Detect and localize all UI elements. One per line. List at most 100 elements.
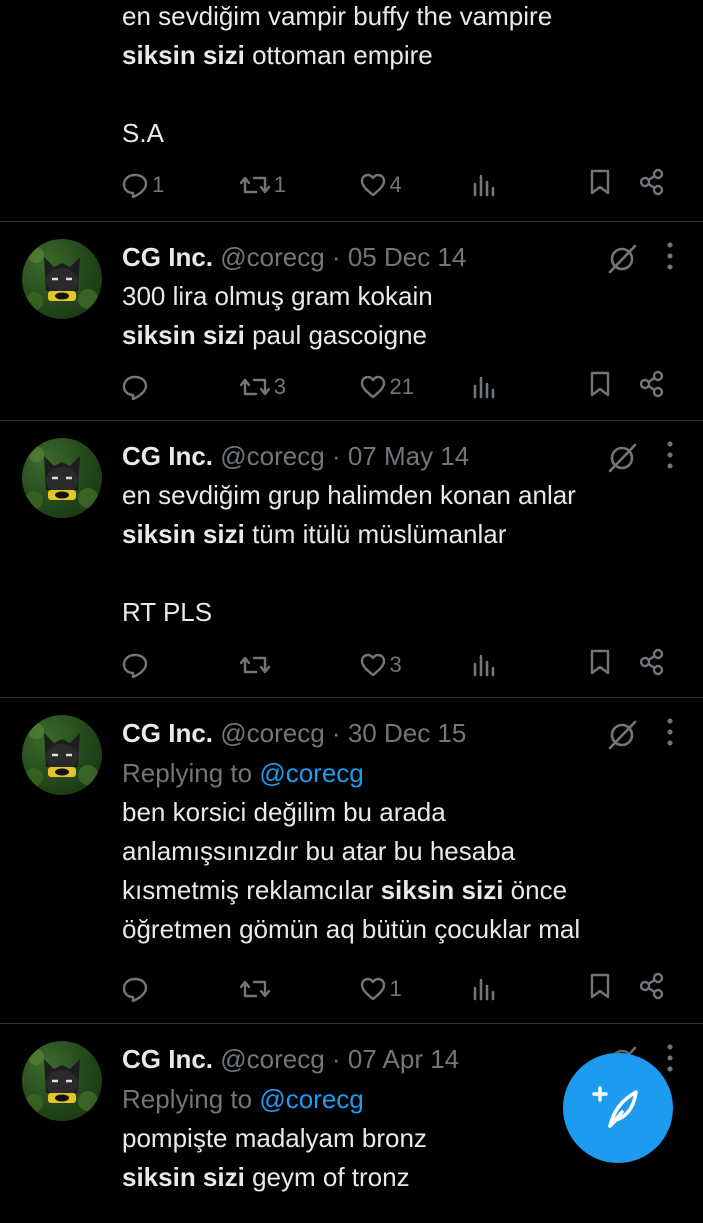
like-count: 4 (389, 172, 402, 197)
author-handle[interactable]: @corecg (220, 242, 324, 272)
grok-button[interactable] (605, 441, 639, 475)
tweet[interactable]: en sevdiğim vampir buffy the vampire siks… (0, 0, 703, 222)
tweet-date[interactable]: 05 Dec 14 (348, 242, 467, 272)
retweet-button[interactable] (238, 650, 358, 680)
reply-button[interactable] (120, 974, 238, 1004)
tweet-line: siksin sizi paul gascoigne (122, 316, 673, 355)
retweet-button[interactable]: 1 (238, 170, 358, 200)
views-button[interactable] (469, 650, 585, 680)
bold-text: siksin sizi (122, 40, 245, 70)
text-segment: önce (503, 875, 568, 905)
replying-to-handle[interactable]: @corecg (259, 1084, 363, 1114)
grok-button[interactable] (605, 718, 639, 752)
reply-icon (122, 375, 148, 401)
views-button[interactable] (469, 372, 585, 402)
avatar[interactable] (22, 715, 102, 795)
retweet-icon (239, 656, 270, 674)
share-button[interactable] (637, 369, 667, 405)
bookmark-button[interactable] (585, 971, 615, 1007)
like-button[interactable]: 21 (358, 372, 470, 402)
views-button[interactable] (469, 170, 585, 200)
reply-button[interactable]: 1 (120, 170, 238, 200)
text-segment: paul gascoigne (244, 320, 427, 350)
bookmark-button[interactable] (585, 167, 615, 203)
bookmark-button[interactable] (585, 369, 615, 405)
share-button[interactable] (637, 971, 667, 1007)
tweet[interactable]: CG Inc. @corecg · 30 Dec 15 Replying to … (0, 697, 703, 1024)
bookmark-icon (590, 371, 610, 397)
heart-icon (360, 653, 385, 677)
tweet-top-icons (605, 239, 675, 278)
like-count: 1 (389, 976, 402, 1001)
grok-icon (608, 244, 637, 273)
tweet[interactable]: CG Inc. @corecg · 07 May 14 en sevdiğim … (0, 420, 703, 698)
tweet-date[interactable]: 30 Dec 15 (348, 718, 467, 748)
author-name[interactable]: CG Inc. (122, 718, 213, 748)
tweet-actions: 1 1 4 (120, 167, 667, 203)
avatar[interactable] (22, 438, 102, 518)
share-icon (639, 370, 664, 398)
views-icon (473, 376, 495, 399)
separator-dot: · (331, 441, 348, 471)
tweet-date[interactable]: 07 Apr 14 (348, 1044, 459, 1074)
grok-icon (608, 720, 637, 749)
text-segment: 300 lira olmuş gram kokain (122, 281, 433, 311)
reply-button[interactable] (120, 650, 238, 680)
views-icon (473, 978, 495, 1001)
tweet-line: öğretmen gömün aq bütün çocuklar mal (122, 910, 673, 949)
separator-dot: · (331, 242, 348, 272)
replying-to: Replying to @corecg (122, 758, 364, 788)
more-button[interactable] (665, 239, 675, 278)
views-icon (473, 174, 495, 197)
author-handle[interactable]: @corecg (220, 441, 324, 471)
tweet-date[interactable]: 07 May 14 (348, 441, 469, 471)
reply-icon (122, 173, 148, 199)
tweet-line: en sevdiğim grup halimden konan anlar (122, 476, 673, 515)
text-segment: tüm itülü müslümanlar (244, 519, 507, 549)
tweet[interactable]: CG Inc. @corecg · 05 Dec 14 300 lira olm… (0, 221, 703, 421)
author-name[interactable]: CG Inc. (122, 441, 213, 471)
author-handle[interactable]: @corecg (220, 1044, 324, 1074)
tweet-content: CG Inc. @corecg · 05 Dec 14 300 lira olm… (122, 237, 673, 355)
retweet-button[interactable] (238, 974, 358, 1004)
replying-to-handle[interactable]: @corecg (259, 758, 363, 788)
text-segment: S.A (122, 118, 164, 148)
tweet-actions: 3 (120, 647, 667, 683)
bookmark-button[interactable] (585, 647, 615, 683)
compose-button[interactable] (563, 1053, 673, 1163)
more-icon (667, 1044, 673, 1072)
share-button[interactable] (637, 167, 667, 203)
text-segment: RT PLS (122, 597, 213, 627)
text-segment: ottoman empire (244, 40, 433, 70)
more-icon (667, 242, 673, 270)
reply-button[interactable] (120, 372, 238, 402)
tweet-line: siksin sizi ottoman empire (122, 36, 673, 75)
grok-icon (608, 443, 637, 472)
more-button[interactable] (665, 1041, 675, 1080)
more-button[interactable] (665, 438, 675, 477)
like-button[interactable]: 4 (358, 170, 470, 200)
tweet-line: en sevdiğim vampir buffy the vampire (122, 0, 673, 36)
tweet-actions: 1 (120, 971, 667, 1007)
more-button[interactable] (665, 715, 675, 754)
avatar[interactable] (22, 239, 102, 319)
avatar[interactable] (22, 1041, 102, 1121)
grok-button[interactable] (605, 242, 639, 276)
text-segment: anlamışsınızdır bu atar bu hesaba (122, 836, 516, 866)
author-handle[interactable]: @corecg (220, 718, 324, 748)
tweet-line: 300 lira olmuş gram kokain (122, 277, 673, 316)
like-button[interactable]: 1 (358, 974, 470, 1004)
tweet-line: siksin sizi tüm itülü müslümanlar (122, 515, 673, 554)
share-icon (639, 648, 664, 676)
tweet-header: CG Inc. @corecg · 07 May 14 (122, 436, 673, 476)
author-name[interactable]: CG Inc. (122, 242, 213, 272)
author-name[interactable]: CG Inc. (122, 1044, 213, 1074)
views-button[interactable] (469, 974, 585, 1004)
tweet-line: kısmetmiş reklamcılar siksin sizi önce (122, 871, 673, 910)
tweet-content: CG Inc. @corecg · 30 Dec 15 Replying to … (122, 713, 673, 949)
like-button[interactable]: 3 (358, 650, 470, 680)
retweet-button[interactable]: 3 (238, 372, 358, 402)
retweet-count: 1 (273, 172, 286, 197)
share-button[interactable] (637, 647, 667, 683)
